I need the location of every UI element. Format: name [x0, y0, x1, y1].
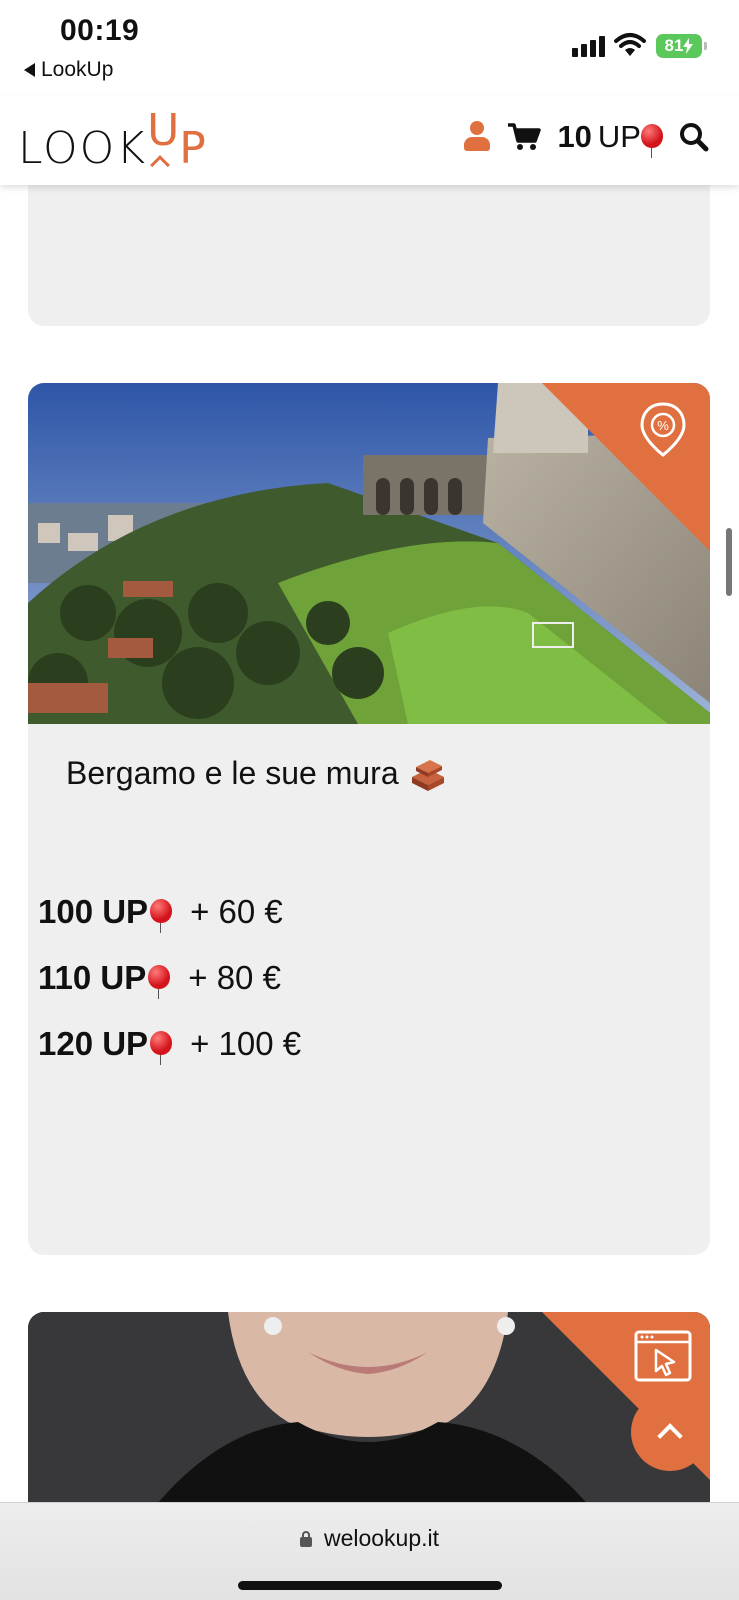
brick-icon [411, 759, 444, 791]
card-title-text: Bergamo e le sue mura [66, 755, 399, 791]
lock-icon [299, 1530, 312, 1547]
experience-card[interactable]: % Bergamo e le sue mura [28, 383, 710, 1255]
browser-url-bar[interactable]: welookup.it [0, 1502, 739, 1600]
battery-level: 81 [664, 36, 684, 55]
up-balance-unit: UP [597, 119, 641, 154]
balloon-icon [150, 1031, 173, 1065]
header-actions: 10 UP [463, 119, 709, 158]
home-indicator[interactable] [238, 1581, 502, 1590]
browser-cursor-icon [634, 1330, 692, 1382]
charging-bolt-icon [683, 38, 694, 54]
status-time: 00:19 [60, 14, 140, 47]
price-extra: + 80 € [188, 959, 281, 996]
price-option: 110 UP + 80 € [38, 959, 281, 999]
card-photo: % [28, 383, 710, 724]
back-triangle-icon [24, 63, 35, 77]
url-text: welookup.it [323, 1525, 440, 1551]
balloon-icon [150, 899, 173, 933]
up-balance[interactable]: 10 UP [557, 119, 663, 158]
search-icon[interactable] [679, 122, 709, 152]
price-extra: + 60 € [190, 893, 283, 930]
back-to-app-link[interactable]: LookUp [24, 58, 113, 82]
page-scrollbar[interactable] [726, 528, 732, 596]
price-option: 120 UP + 100 € [38, 1025, 302, 1065]
user-icon[interactable] [463, 121, 491, 153]
battery-indicator: 81 [656, 34, 707, 58]
card-title: Bergamo e le sue mura [66, 755, 447, 792]
back-app-label: LookUp [41, 58, 114, 81]
url-display[interactable]: welookup.it [0, 1525, 739, 1552]
lookup-logo[interactable]: LOOK UP [18, 105, 206, 175]
logo-look-text: LOOK [18, 123, 148, 174]
cart-icon[interactable] [507, 122, 542, 152]
discount-pin-icon: % [640, 402, 686, 457]
up-balance-count: 10 [557, 119, 592, 154]
logo-up-mark: UP [147, 105, 206, 175]
price-up: 120 UP [38, 1025, 149, 1062]
balloon-icon [148, 965, 171, 999]
scroll-to-top-button[interactable] [631, 1393, 709, 1471]
svg-text:%: % [657, 418, 669, 433]
wifi-icon [614, 33, 646, 56]
cellular-signal-icon [572, 36, 605, 57]
price-up: 110 UP [38, 959, 147, 996]
status-bar: 00:19 LookUp 81 [0, 0, 739, 95]
price-up: 100 UP [38, 893, 149, 930]
price-option: 100 UP + 60 € [38, 893, 283, 933]
balloon-icon [641, 124, 663, 158]
price-extra: + 100 € [190, 1025, 302, 1062]
site-header: LOOK UP 10 UP [0, 95, 739, 185]
chevron-up-icon [657, 1423, 683, 1449]
